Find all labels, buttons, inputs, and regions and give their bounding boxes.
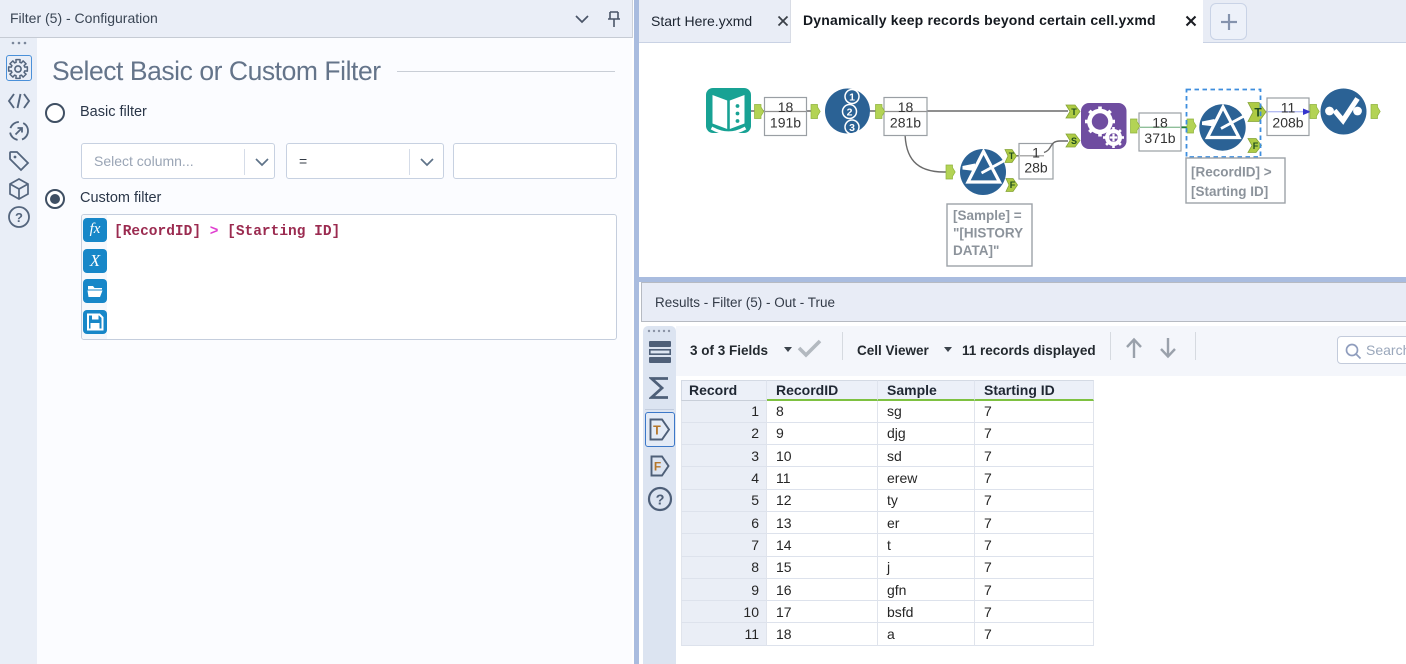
svg-text:T: T <box>1071 107 1077 117</box>
svg-text:[Starting ID]: [Starting ID] <box>1191 184 1268 199</box>
svg-text:F: F <box>1253 141 1259 151</box>
svg-text:1: 1 <box>849 92 855 104</box>
svg-text:18: 18 <box>778 99 794 115</box>
svg-text:?: ? <box>656 493 665 509</box>
svg-text:2: 2 <box>847 107 853 119</box>
svg-text:T: T <box>1009 151 1015 161</box>
svg-text:3: 3 <box>849 122 855 134</box>
svg-text:371b: 371b <box>1144 130 1175 146</box>
svg-text:[Sample] =: [Sample] = <box>953 208 1022 223</box>
svg-text:11: 11 <box>1281 99 1296 115</box>
svg-text:18: 18 <box>1152 114 1168 130</box>
svg-text:"[HISTORY: "[HISTORY <box>953 226 1023 241</box>
svg-text:208b: 208b <box>1272 115 1303 131</box>
svg-text:281b: 281b <box>890 115 921 131</box>
svg-text:[RecordID] >: [RecordID] > <box>1191 165 1272 180</box>
svg-text:S: S <box>1071 136 1077 146</box>
svg-text:DATA]": DATA]" <box>953 243 999 258</box>
svg-text:191b: 191b <box>770 115 801 131</box>
svg-text:T: T <box>653 424 661 438</box>
svg-text:F: F <box>654 460 661 474</box>
svg-text:1: 1 <box>1032 145 1040 161</box>
svg-text:F: F <box>1010 180 1016 190</box>
svg-text:28b: 28b <box>1024 160 1048 176</box>
svg-text:18: 18 <box>898 99 914 115</box>
svg-text:?: ? <box>15 210 23 225</box>
